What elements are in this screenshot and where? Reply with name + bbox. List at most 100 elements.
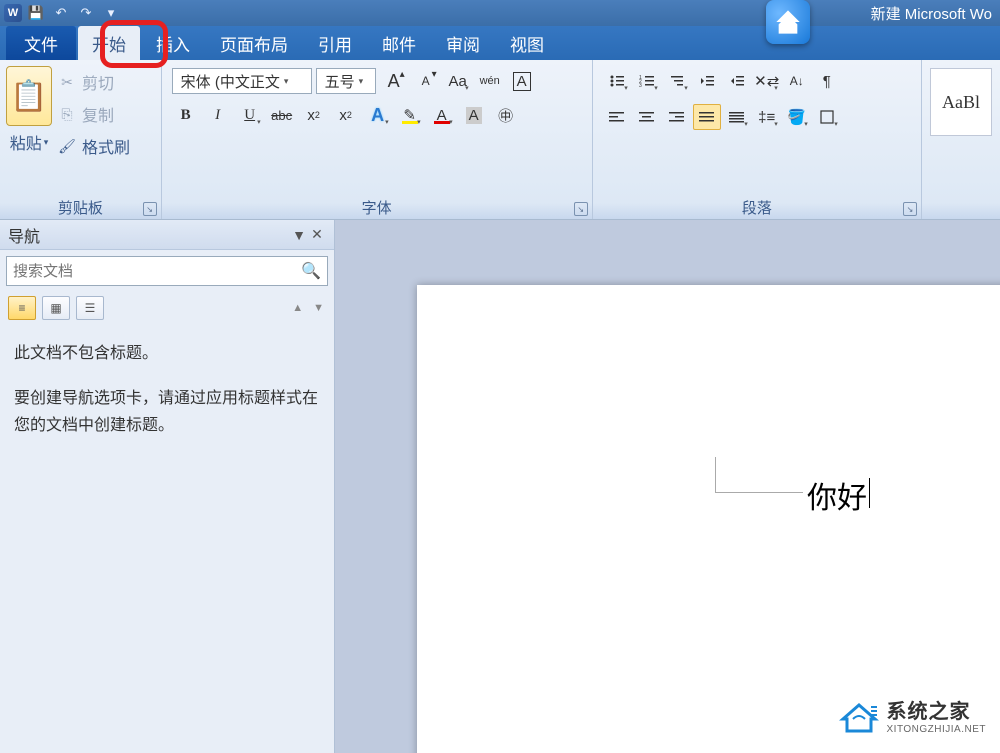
watermark-logo-icon bbox=[839, 697, 879, 733]
qat-customize-button[interactable]: ▾ bbox=[100, 3, 122, 23]
group-clipboard-label: 剪贴板↘ bbox=[0, 195, 161, 219]
tab-page-layout[interactable]: 页面布局 bbox=[206, 26, 302, 60]
nav-dropdown-button[interactable]: ▼ bbox=[290, 226, 308, 244]
font-color-button[interactable]: A bbox=[428, 102, 456, 128]
nav-search-box[interactable]: 🔍 bbox=[6, 256, 328, 286]
document-text[interactable]: 你好 bbox=[807, 473, 870, 517]
grow-font-button[interactable]: A▴ bbox=[380, 68, 408, 94]
text-cursor bbox=[869, 478, 870, 508]
ribbon-tabs: 文件 开始 插入 页面布局 引用 邮件 审阅 视图 bbox=[0, 26, 1000, 60]
group-paragraph: 123 ✕⇄ A↓ ¶ ‡≡ 🪣 段落↘ bbox=[593, 60, 922, 219]
format-painter-button[interactable]: 🖌格式刷 bbox=[58, 134, 130, 158]
copy-button[interactable]: ⎘复制 bbox=[58, 102, 130, 126]
tab-references[interactable]: 引用 bbox=[304, 26, 366, 60]
svg-text:3: 3 bbox=[639, 83, 642, 88]
margin-indicator bbox=[715, 457, 803, 493]
font-family-combo[interactable]: 宋体 (中文正文▾ bbox=[172, 68, 312, 94]
borders-button[interactable] bbox=[813, 104, 841, 130]
brush-icon: 🖌 bbox=[58, 137, 76, 155]
bold-button[interactable]: B bbox=[172, 102, 200, 128]
underline-button[interactable]: U bbox=[236, 102, 264, 128]
copy-icon: ⎘ bbox=[58, 105, 76, 123]
nav-header: 导航 ▼ ✕ bbox=[0, 220, 334, 250]
tab-mailings[interactable]: 邮件 bbox=[368, 26, 430, 60]
nav-msg-1: 此文档不包含标题。 bbox=[14, 340, 320, 367]
highlight-button[interactable]: ✎ bbox=[396, 102, 424, 128]
search-icon[interactable]: 🔍 bbox=[301, 261, 321, 281]
ltr-direction-button[interactable]: ✕⇄ bbox=[753, 68, 781, 94]
character-shading-button[interactable]: A bbox=[460, 102, 488, 128]
align-right-button[interactable] bbox=[663, 104, 691, 130]
bullets-button[interactable] bbox=[603, 68, 631, 94]
qat-save-button[interactable]: 💾 bbox=[25, 3, 47, 23]
nav-title: 导航 bbox=[8, 223, 40, 247]
increase-indent-button[interactable] bbox=[723, 68, 751, 94]
navigation-pane: 导航 ▼ ✕ 🔍 ≡ ▦ ☰ ▲ ▼ 此文档不包含标题。 要创建导航选项卡，请通… bbox=[0, 220, 335, 753]
change-case-button[interactable]: Aa bbox=[444, 68, 472, 94]
group-clipboard: 📋 粘贴▾ ✂剪切 ⎘复制 🖌格式刷 剪贴板↘ bbox=[0, 60, 162, 219]
scissors-icon: ✂ bbox=[58, 73, 76, 91]
line-spacing-button[interactable]: ‡≡ bbox=[753, 104, 781, 130]
paste-button[interactable]: 📋 bbox=[6, 66, 52, 126]
clipboard-launcher[interactable]: ↘ bbox=[143, 202, 157, 216]
multilevel-list-button[interactable] bbox=[663, 68, 691, 94]
phonetic-guide-button[interactable]: wén bbox=[476, 68, 504, 94]
window-title: 新建 Microsoft Wo bbox=[871, 3, 992, 24]
qat-undo-button[interactable]: ↶ bbox=[50, 3, 72, 23]
decrease-indent-button[interactable] bbox=[693, 68, 721, 94]
overlay-app-icon bbox=[766, 0, 810, 44]
ribbon: 📋 粘贴▾ ✂剪切 ⎘复制 🖌格式刷 剪贴板↘ 宋体 (中文正文▾ 五号▾ A▴… bbox=[0, 60, 1000, 220]
style-normal[interactable]: AaBl bbox=[930, 68, 992, 136]
group-styles-label bbox=[922, 195, 1000, 219]
title-bar: W 💾 ↶ ↷ ▾ 新建 Microsoft Wo bbox=[0, 0, 1000, 26]
numbering-button[interactable]: 123 bbox=[633, 68, 661, 94]
align-left-button[interactable] bbox=[603, 104, 631, 130]
document-page[interactable]: 你好 bbox=[417, 285, 1000, 753]
align-center-button[interactable] bbox=[633, 104, 661, 130]
group-styles: AaBl bbox=[922, 60, 1000, 219]
enclose-char-button[interactable]: ㊥ bbox=[492, 102, 520, 128]
shading-button[interactable]: 🪣 bbox=[783, 104, 811, 130]
watermark-text: 系统之家 bbox=[887, 695, 987, 724]
tab-view[interactable]: 视图 bbox=[496, 26, 558, 60]
document-area[interactable]: 你好 bbox=[335, 220, 1000, 753]
font-size-combo[interactable]: 五号▾ bbox=[316, 68, 376, 94]
font-launcher[interactable]: ↘ bbox=[574, 202, 588, 216]
nav-msg-2: 要创建导航选项卡，请通过应用标题样式在您的文档中创建标题。 bbox=[14, 385, 320, 439]
distribute-button[interactable] bbox=[723, 104, 751, 130]
character-border-button[interactable]: A bbox=[508, 68, 536, 94]
nav-search-input[interactable] bbox=[13, 263, 301, 280]
tab-review[interactable]: 审阅 bbox=[432, 26, 494, 60]
shrink-font-button[interactable]: A▾ bbox=[412, 68, 440, 94]
nav-down-button[interactable]: ▼ bbox=[311, 302, 326, 314]
subscript-button[interactable]: x2 bbox=[300, 102, 328, 128]
watermark: 系统之家 XITONGZHIJIA.NET bbox=[839, 695, 987, 735]
tab-file[interactable]: 文件 bbox=[6, 26, 76, 60]
word-app-icon: W bbox=[4, 4, 22, 22]
text-effects-button[interactable]: A bbox=[364, 102, 392, 128]
strikethrough-button[interactable]: abc bbox=[268, 102, 296, 128]
tab-home[interactable]: 开始 bbox=[78, 26, 140, 60]
tab-insert[interactable]: 插入 bbox=[142, 26, 204, 60]
lower-area: 导航 ▼ ✕ 🔍 ≡ ▦ ☰ ▲ ▼ 此文档不包含标题。 要创建导航选项卡，请通… bbox=[0, 220, 1000, 753]
group-font: 宋体 (中文正文▾ 五号▾ A▴ A▾ Aa wén A B I U abc x… bbox=[162, 60, 593, 219]
group-paragraph-label: 段落↘ bbox=[593, 195, 921, 219]
sort-button[interactable]: A↓ bbox=[783, 68, 811, 94]
cut-button[interactable]: ✂剪切 bbox=[58, 70, 130, 94]
show-marks-button[interactable]: ¶ bbox=[813, 68, 841, 94]
italic-button[interactable]: I bbox=[204, 102, 232, 128]
group-font-label: 字体↘ bbox=[162, 195, 592, 219]
watermark-url: XITONGZHIJIA.NET bbox=[887, 724, 987, 735]
superscript-button[interactable]: x2 bbox=[332, 102, 360, 128]
justify-button[interactable] bbox=[693, 104, 721, 130]
nav-tab-headings[interactable]: ≡ bbox=[8, 296, 36, 320]
paragraph-launcher[interactable]: ↘ bbox=[903, 202, 917, 216]
nav-tab-pages[interactable]: ▦ bbox=[42, 296, 70, 320]
nav-view-tabs: ≡ ▦ ☰ ▲ ▼ bbox=[0, 292, 334, 324]
qat-redo-button[interactable]: ↷ bbox=[75, 3, 97, 23]
paste-label[interactable]: 粘贴▾ bbox=[10, 130, 49, 154]
nav-message: 此文档不包含标题。 要创建导航选项卡，请通过应用标题样式在您的文档中创建标题。 bbox=[0, 324, 334, 474]
nav-close-button[interactable]: ✕ bbox=[308, 226, 326, 244]
nav-tab-results[interactable]: ☰ bbox=[76, 296, 104, 320]
nav-up-button[interactable]: ▲ bbox=[290, 302, 305, 314]
